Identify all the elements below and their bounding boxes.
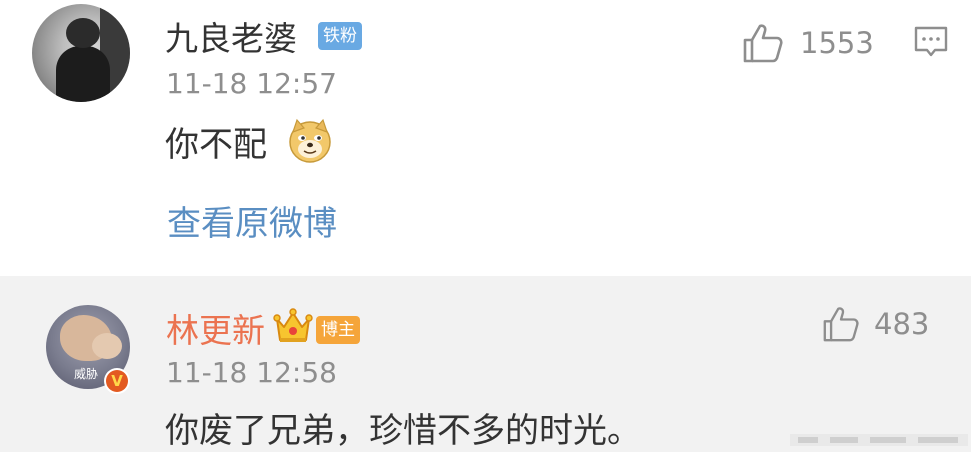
author-badge: 博主 xyxy=(316,316,360,344)
username[interactable]: 林更新 xyxy=(166,311,265,351)
crown-icon xyxy=(273,308,313,342)
avatar-figure-body xyxy=(56,46,110,102)
thumbs-up-icon xyxy=(743,24,783,63)
doge-emoji-icon xyxy=(289,118,331,163)
comment-text: 你不配 xyxy=(165,125,267,165)
verified-v-icon: V xyxy=(104,368,130,394)
thumbs-up-icon xyxy=(823,307,859,342)
timestamp: 11-18 12:58 xyxy=(166,356,337,389)
username[interactable]: 九良老婆 xyxy=(165,19,297,59)
like-button[interactable]: 483 xyxy=(822,304,929,344)
fan-badge: 铁粉 xyxy=(318,22,362,50)
avatar-figure-head xyxy=(66,18,100,48)
comment-text: 你废了兄弟，珍惜不多的时光。 xyxy=(165,411,641,451)
like-count: 1553 xyxy=(800,26,874,60)
verified-v-mark: V xyxy=(106,370,128,392)
avatar-watermark: 威胁 xyxy=(74,367,99,381)
weibo-comment-list: 九良老婆 铁粉 11-18 12:57 你不配 查看原微博 1553 威胁 V … xyxy=(0,0,971,452)
view-original-weibo-link[interactable]: 查看原微博 xyxy=(167,202,337,246)
avatar[interactable] xyxy=(32,4,130,102)
timestamp: 11-18 12:57 xyxy=(166,67,337,100)
reply-comment-icon[interactable] xyxy=(913,24,949,60)
like-count: 483 xyxy=(874,307,930,341)
like-button[interactable]: 1553 xyxy=(742,23,874,63)
image-watermark xyxy=(790,434,968,446)
avatar-cat-paw-secondary xyxy=(92,333,122,359)
